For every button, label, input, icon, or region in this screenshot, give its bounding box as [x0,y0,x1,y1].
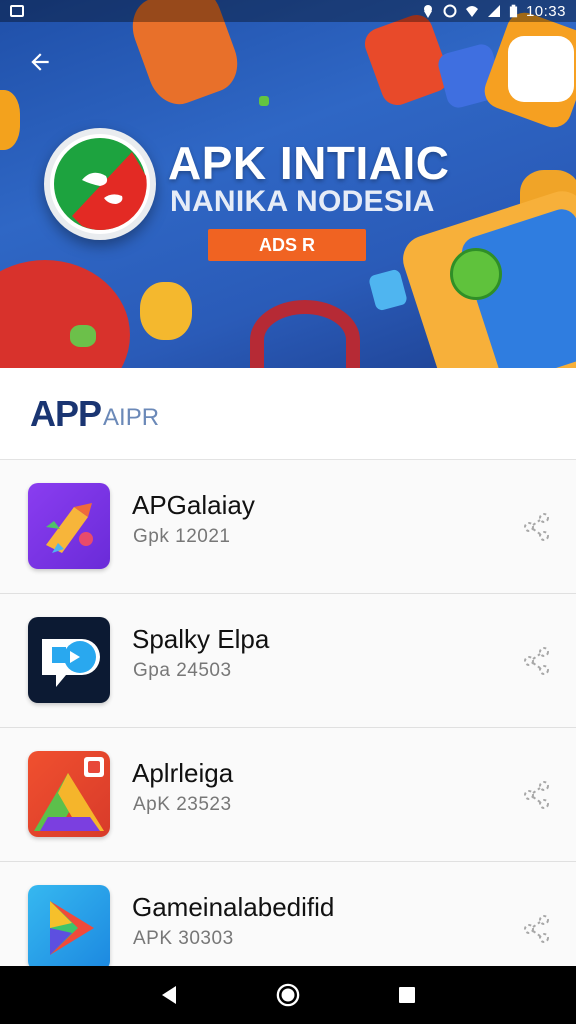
status-time: 10:33 [525,2,566,20]
share-icon[interactable] [522,512,552,542]
status-icons: 10:33 [421,3,566,20]
section-title: APP [30,392,102,434]
battery-icon [509,4,518,18]
decor-android-disc [450,248,502,300]
share-icon[interactable] [522,646,552,676]
app-icon-purple [28,483,110,569]
hero-banner: APK INTIAIC NANIKA NODESIA ADS R [0,0,576,368]
alarm-icon [443,4,457,18]
back-triangle-icon [162,986,177,1004]
app-name: Gameinalabedifid [132,892,335,922]
app-screen: APK INTIAIC NANIKA NODESIA ADS R 10:33 A… [0,0,576,1024]
app-list-item[interactable]: Spalky Elpa Gpa 24503 [0,594,576,728]
nav-back-button[interactable] [157,983,181,1007]
system-nav-bar [0,966,576,1024]
app-icon-dark [28,617,110,703]
decor-arrow [367,268,409,312]
play-bubble-icon [42,639,100,687]
signal-icon [487,5,500,17]
app-meta: Gpa 24503 [133,660,232,681]
nav-recents-button[interactable] [395,983,419,1007]
app-name: Spalky Elpa [132,624,270,654]
decor-tile-white [508,36,574,102]
section-subtitle: AIPR [103,403,160,431]
share-icon[interactable] [522,780,552,810]
image-icon [10,5,24,17]
nav-home-button[interactable] [276,983,300,1007]
decor-leaf [70,325,96,347]
app-meta: ApK 23523 [133,794,232,815]
wifi-icon [465,6,478,17]
app-meta: Gpk 12021 [133,526,231,547]
app-list-item[interactable]: APGalaiay Gpk 12021 [0,460,576,594]
app-name: APGalaiay [132,490,255,520]
decor-ribbon [250,300,360,368]
app-list: APGalaiay Gpk 12021 Spalky Elpa Gpa 2450… [0,460,576,996]
section-header: APP AIPR [0,368,576,460]
logo-emblem-icon [54,138,147,230]
decor-blob-red [0,260,130,368]
rocket-icon [46,503,93,553]
decor-dot [259,96,269,106]
app-list-item[interactable]: Aplrleiga ApK 23523 [0,728,576,862]
hero-badge[interactable]: ADS R [208,229,366,261]
back-button[interactable] [22,44,58,80]
recents-square-icon [398,987,415,1003]
hero-title: APK INTIAIC [168,137,450,189]
hero-subtitle: NANIKA NODESIA [170,185,435,218]
app-meta: APK 30303 [133,928,234,949]
share-icon[interactable] [522,914,552,944]
home-circle-icon [276,983,300,1007]
decor-blob-orange [0,90,20,150]
location-icon [423,5,432,18]
app-icon-red [28,751,110,837]
play-store-icon [50,901,94,955]
triangle-drive-icon [34,757,104,831]
app-name: Aplrleiga [132,758,234,788]
hero-logo [44,128,156,240]
arrow-left-icon [31,53,49,71]
app-icon-blue [28,885,110,971]
status-bar: 10:33 [0,0,576,22]
decor-bug [140,282,192,340]
